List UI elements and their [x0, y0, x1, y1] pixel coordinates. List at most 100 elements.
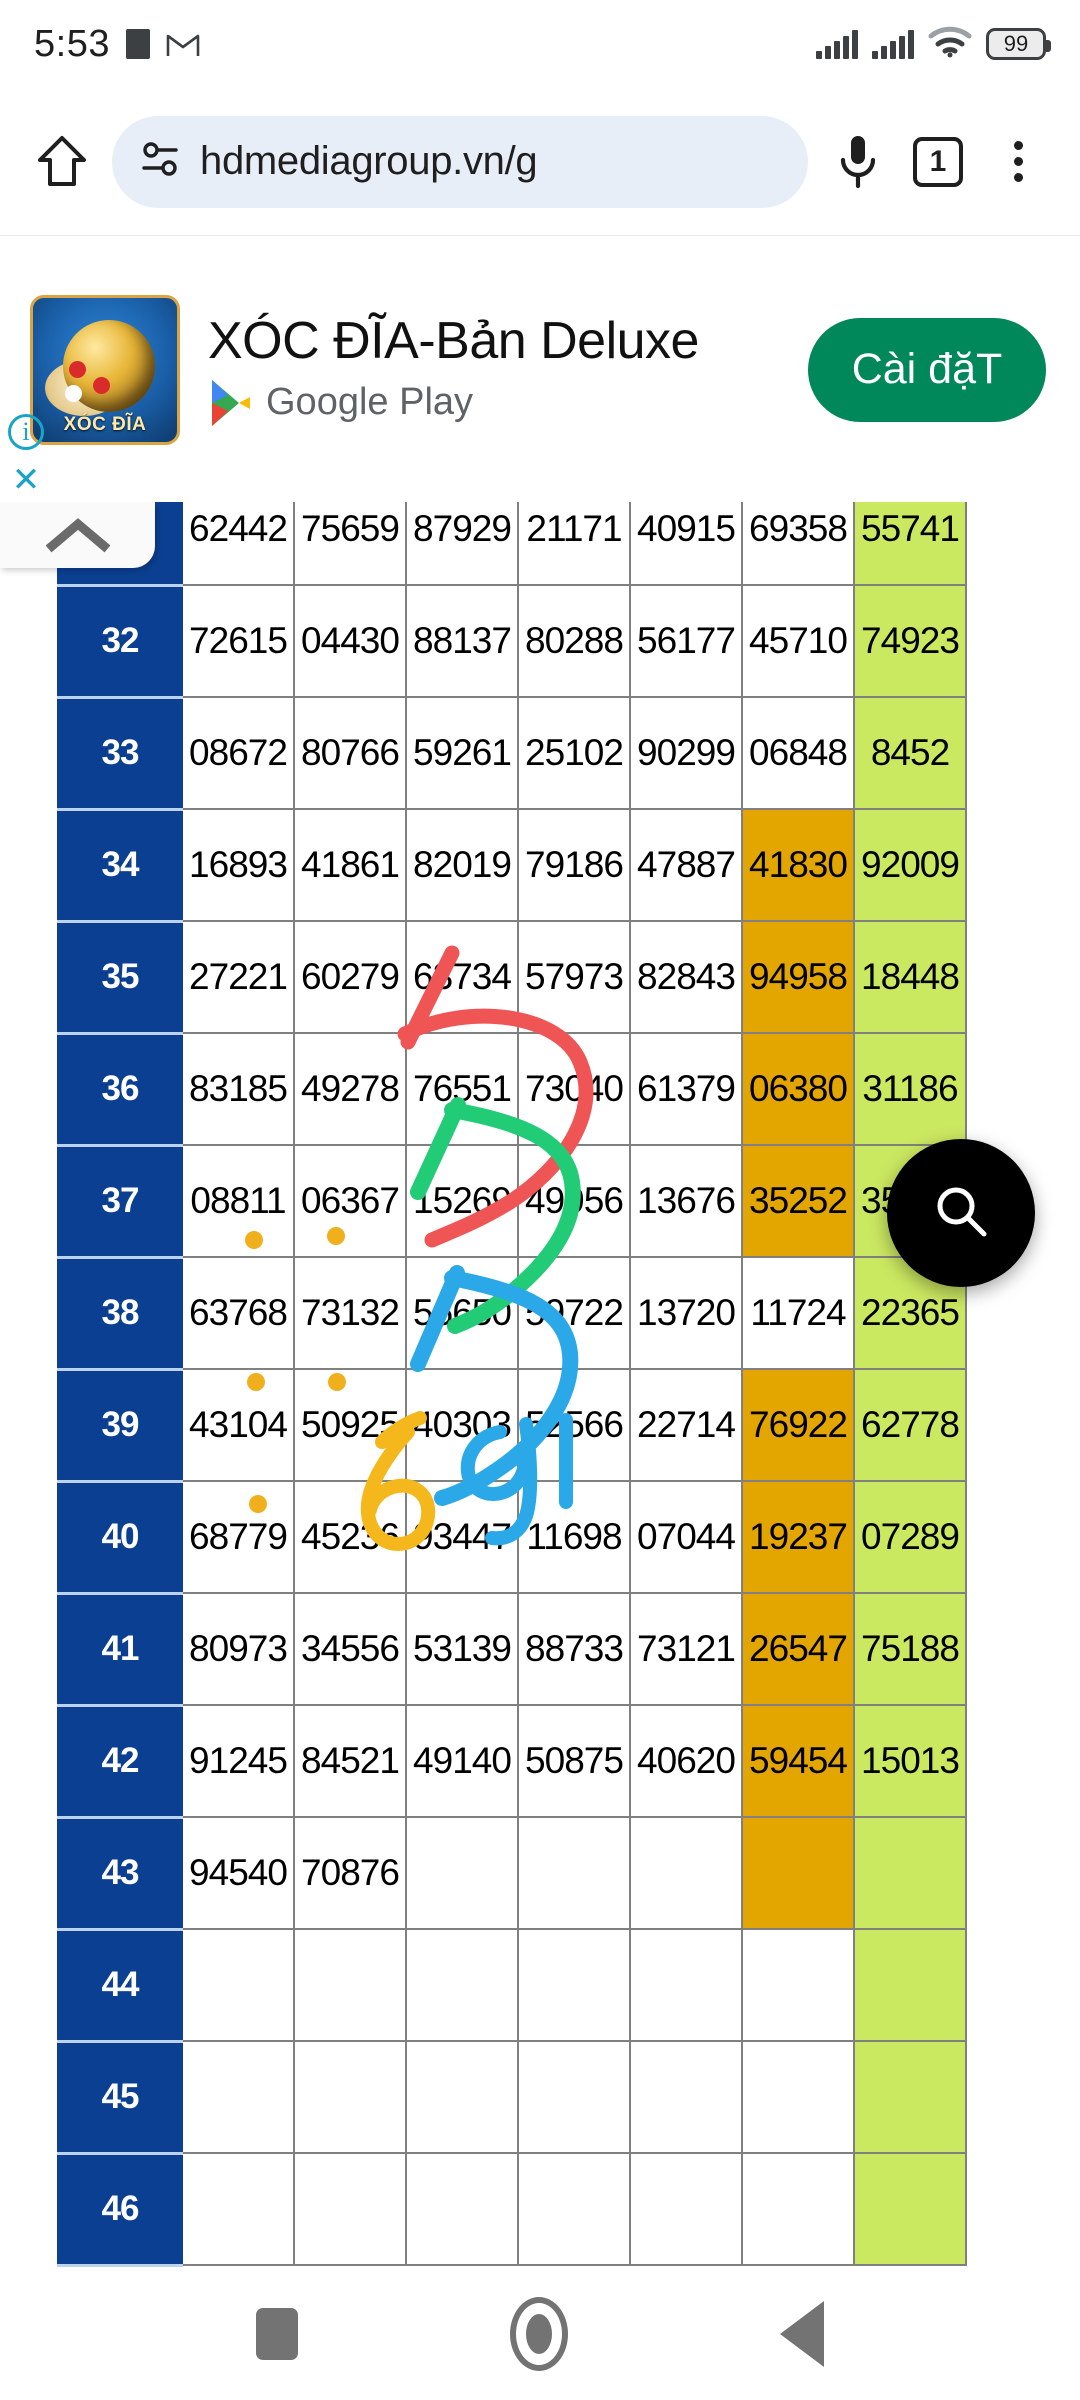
android-nav-bar — [0, 2268, 1080, 2400]
recents-button[interactable] — [256, 2308, 298, 2360]
tune-icon[interactable] — [138, 137, 182, 186]
number-cell — [293, 1928, 407, 2042]
number-cell: 63734 — [405, 920, 519, 1034]
number-cell: 59722 — [517, 1256, 631, 1370]
collapse-toggle-button[interactable] — [0, 502, 155, 568]
tab-count[interactable]: 1 — [913, 136, 963, 187]
row-number-cell: 37 — [57, 1144, 183, 1259]
table-row: 3708811063671526949956136763525235902 — [57, 1144, 967, 1259]
number-cell — [293, 2040, 407, 2154]
number-cell — [181, 2040, 295, 2154]
row-number-cell: 45 — [57, 2040, 183, 2155]
row-number-cell: 35 — [57, 920, 183, 1035]
number-cell: 22714 — [629, 1368, 743, 1482]
number-cell: 13676 — [629, 1144, 743, 1258]
number-cell: 94958 — [741, 920, 855, 1034]
number-cell — [517, 2152, 631, 2266]
number-cell: 93447 — [405, 1480, 519, 1594]
number-cell: 11724 — [741, 1256, 855, 1370]
number-cell: 87929 — [405, 502, 519, 586]
url-text[interactable]: hdmediagroup.vn/g — [200, 139, 537, 184]
number-grid-table: 62442 75659 87929 21171 40915 69358 55741 32 726… — [57, 502, 967, 2267]
number-cell: 40915 — [629, 502, 743, 586]
microphone-icon[interactable] — [822, 126, 894, 198]
ad-banner[interactable]: XÓC ĐĨA XÓC ĐĨA-Bản Deluxe Google Play C… — [0, 237, 1080, 502]
number-cell — [517, 2040, 631, 2154]
number-cell — [629, 2040, 743, 2154]
number-cell: 83185 — [181, 1032, 295, 1146]
number-cell: 04430 — [293, 584, 407, 698]
number-cell: 11698 — [517, 1480, 631, 1594]
table-row: 36 83185 49278 76551 73040 61379 06380 31186 — [57, 1032, 967, 1147]
chevron-up-icon[interactable] — [45, 516, 110, 554]
number-cell: 49278 — [293, 1032, 407, 1146]
number-cell — [741, 2040, 855, 2154]
number-cell: 07044 — [629, 1480, 743, 1594]
ad-close-icon[interactable]: ✕ — [8, 461, 44, 499]
row-number-cell: 34 — [57, 808, 183, 923]
number-cell: 43104 — [181, 1368, 295, 1482]
table-row: 39 43104 50925 40303 52566 22714 76922 62778 — [57, 1368, 967, 1483]
number-cell: 62778 — [853, 1368, 967, 1482]
number-cell: 41830 — [741, 808, 855, 922]
row-number-cell: 43 — [57, 1816, 183, 1931]
number-cell — [629, 1816, 743, 1930]
table-row: 62442 75659 87929 21171 40915 69358 55741 — [57, 502, 967, 587]
number-cell — [181, 1928, 295, 2042]
number-cell: 35252 — [741, 1144, 855, 1258]
number-cell: 80288 — [517, 584, 631, 698]
number-cell: 80973 — [181, 1592, 295, 1706]
ad-install-button[interactable]: Cài đặT — [808, 317, 1046, 422]
number-cell: 90299 — [629, 696, 743, 810]
ad-store-row: Google Play — [208, 377, 808, 429]
table-row: 43 94540 70876 — [57, 1816, 967, 1931]
number-cell: 88137 — [405, 584, 519, 698]
number-cell: 26547 — [741, 1592, 855, 1706]
number-cell: 73040 — [517, 1032, 631, 1146]
table-row: 44 — [57, 1928, 967, 2043]
number-cell — [181, 2152, 295, 2266]
number-cell — [629, 2152, 743, 2266]
number-cell — [853, 2040, 967, 2154]
battery-icon: 99 — [986, 28, 1051, 60]
status-bar: 5:53 99 — [0, 0, 1080, 88]
back-button[interactable] — [780, 2301, 824, 2367]
table-row: 40 68779 45236 93447 11698 07044 19237 07289 — [57, 1480, 967, 1595]
omnibox[interactable]: hdmediagroup.vn/g — [112, 115, 808, 208]
row-number-cell: 38 — [57, 1256, 183, 1371]
number-cell: 06380 — [741, 1032, 855, 1146]
number-cell — [405, 1928, 519, 2042]
home-button[interactable] — [510, 2297, 568, 2371]
number-cell: 31186 — [853, 1032, 967, 1146]
ad-info-icon[interactable]: i — [8, 414, 44, 450]
number-cell: 25102 — [517, 696, 631, 810]
number-cell — [293, 2152, 407, 2266]
home-icon[interactable] — [26, 126, 98, 198]
tab-switcher-button[interactable]: 1 — [902, 126, 974, 198]
number-cell: 68779 — [181, 1480, 295, 1594]
ad-store-name: Google Play — [266, 381, 474, 423]
number-cell — [517, 1816, 631, 1930]
signal-icon — [816, 29, 858, 59]
signal-icon — [872, 29, 914, 59]
search-fab-button[interactable] — [887, 1139, 1035, 1287]
row-number-cell: 40 — [57, 1480, 183, 1595]
row-number-cell: 32 — [57, 584, 183, 699]
number-cell: 34556 — [293, 1592, 407, 1706]
number-cell: 18448 — [853, 920, 967, 1034]
ad-text-block: XÓC ĐĨA-Bản Deluxe Google Play — [180, 311, 808, 429]
number-cell: 56650 — [405, 1256, 519, 1370]
status-time: 5:53 — [34, 22, 110, 65]
table-row: 42 91245 84521 49140 50875 40620 59454 15013 — [57, 1704, 967, 1819]
number-cell: 73132 — [293, 1256, 407, 1370]
number-cell: 41861 — [293, 808, 407, 922]
search-icon[interactable] — [930, 1180, 992, 1247]
number-cell: 56177 — [629, 584, 743, 698]
number-cell: 70876 — [293, 1816, 407, 1930]
number-cell: 06367 — [293, 1144, 407, 1258]
browser-toolbar: hdmediagroup.vn/g 1 — [0, 88, 1080, 236]
number-cell — [853, 2152, 967, 2266]
kebab-menu-icon[interactable] — [982, 126, 1054, 198]
number-cell: 49956 — [517, 1144, 631, 1258]
number-cell: 19237 — [741, 1480, 855, 1594]
